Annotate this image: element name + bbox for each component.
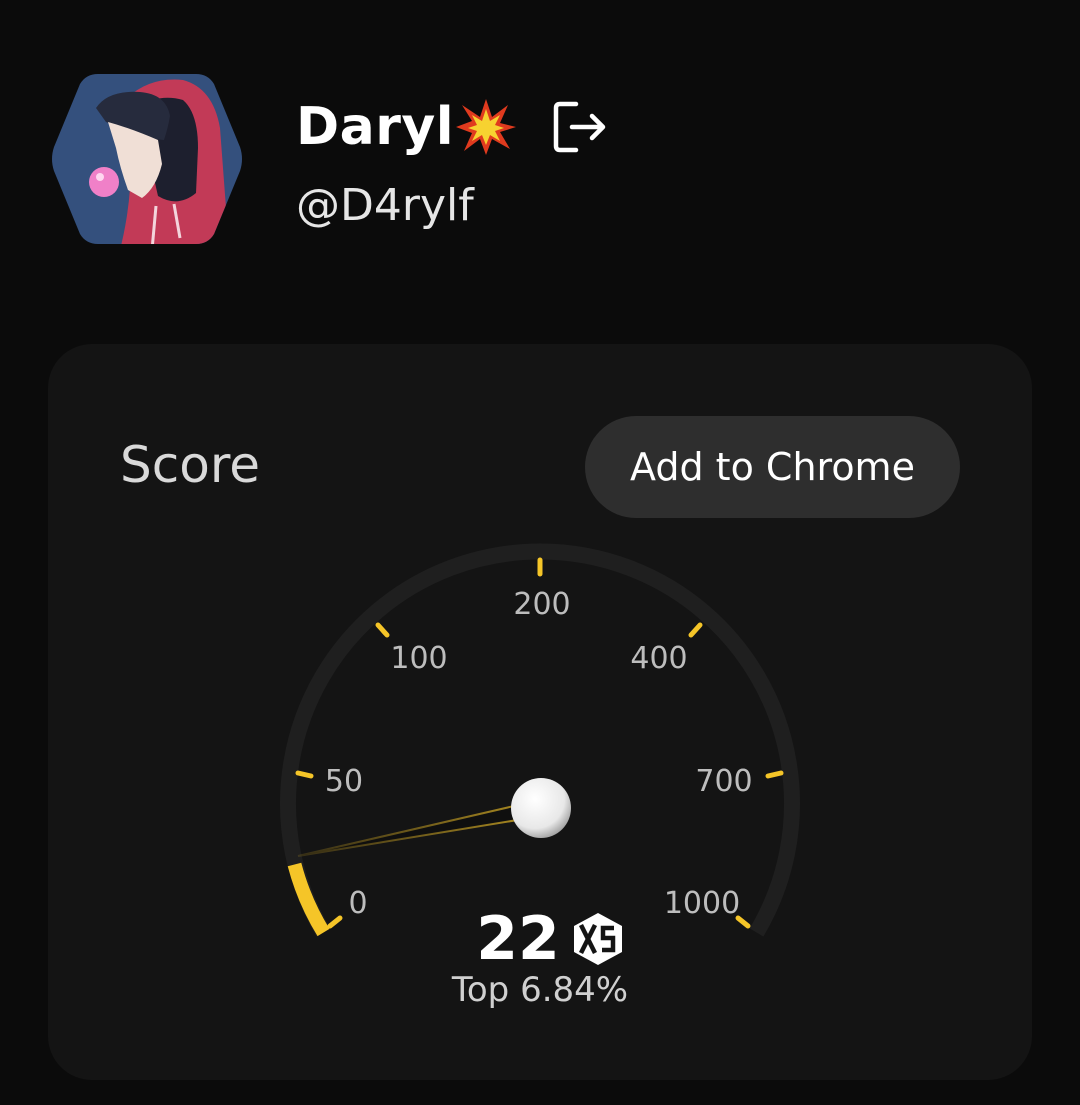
tick-label-50: 50 [325,764,363,799]
user-handle: @D4rylf [296,180,474,231]
avatar[interactable] [48,68,246,250]
xs-badge-icon [570,911,626,967]
score-value: 22 [476,904,560,974]
tick-label-100: 100 [390,641,447,676]
top-percent: Top 6.84% [451,970,629,1010]
profile-page: Daryl @D4rylf Score Add to Chrome 0 50 1… [0,0,1080,1105]
collision-burst-icon [456,97,517,157]
name-row: Daryl [296,92,608,162]
gauge-needle [297,798,544,857]
tick-label-700: 700 [695,764,752,799]
tick-label-200: 200 [513,587,570,622]
score-card: Score Add to Chrome 0 50 100 200 400 700… [48,344,1032,1080]
tick-700 [765,770,784,779]
tick-50 [295,770,314,779]
tick-400 [688,622,703,638]
tick-100 [375,622,390,638]
logout-icon[interactable] [550,98,608,156]
score-row: 22 [48,904,1032,974]
gauge-knob [511,778,571,838]
display-name: Daryl [296,97,455,157]
tick-label-400: 400 [630,641,687,676]
